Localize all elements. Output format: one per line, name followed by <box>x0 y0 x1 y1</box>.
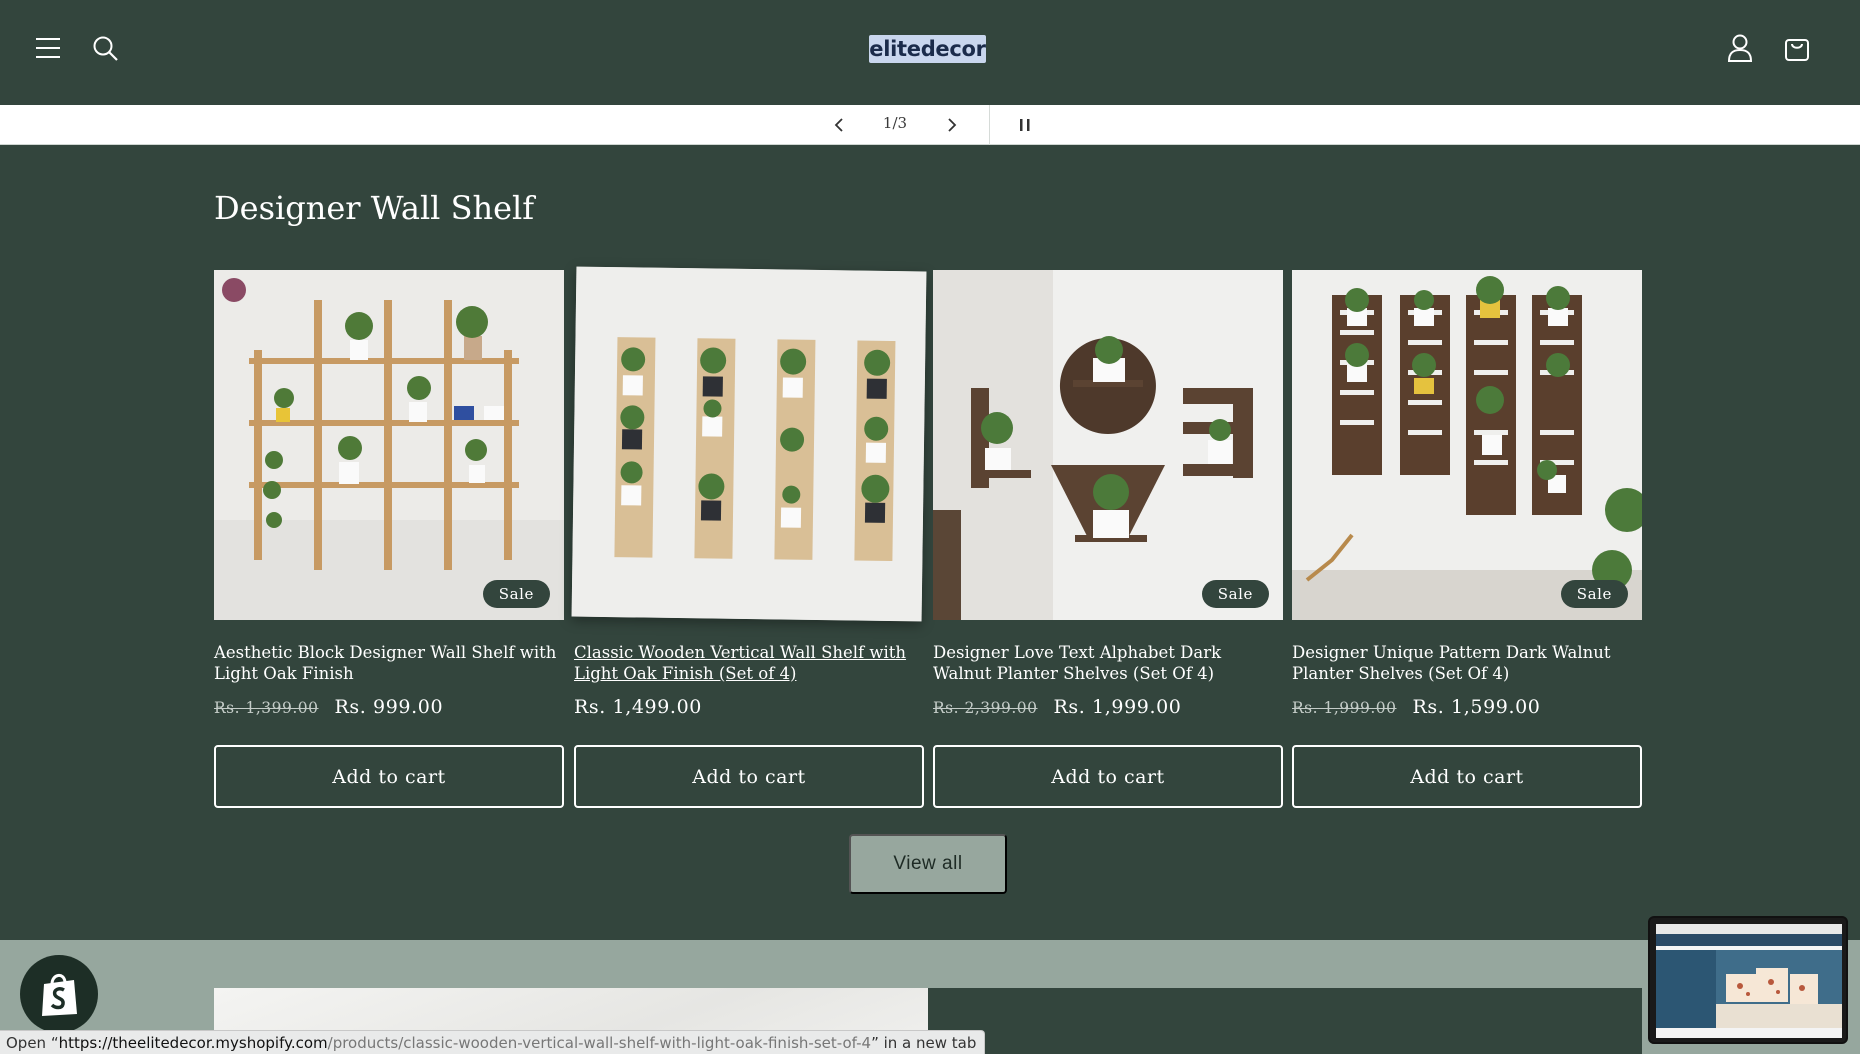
product-image[interactable]: Sale <box>214 270 564 620</box>
cart-icon[interactable] <box>1777 28 1817 68</box>
sale-badge: Sale <box>1201 580 1269 608</box>
chevron-right-icon[interactable] <box>938 111 966 139</box>
account-icon[interactable] <box>1720 28 1760 68</box>
price-row: Rs. 1,399.00 Rs. 999.00 <box>214 696 564 718</box>
add-to-cart-button[interactable]: Add to cart <box>933 745 1283 808</box>
announcement-bar: 1/3 <box>0 105 1860 145</box>
add-to-cart-button[interactable]: Add to cart <box>574 745 924 808</box>
price-row: Rs. 1,999.00 Rs. 1,599.00 <box>1292 696 1642 718</box>
status-url-path: /products/classic-wooden-vertical-wall-s… <box>327 1034 872 1052</box>
regular-price: Rs. 2,399.00 <box>933 699 1038 717</box>
sale-badge: Sale <box>1560 580 1628 608</box>
price-row: Rs. 1,499.00 <box>574 696 924 718</box>
add-to-cart-button[interactable]: Add to cart <box>214 745 564 808</box>
add-to-cart-button[interactable]: Add to cart <box>1292 745 1642 808</box>
pause-icon[interactable] <box>1011 111 1039 139</box>
status-suffix: ” in a new tab <box>871 1034 977 1052</box>
chevron-left-icon[interactable] <box>825 111 853 139</box>
product-image[interactable]: Sale <box>933 270 1283 620</box>
announcement-counter: 1/3 <box>882 114 908 132</box>
view-all-button[interactable]: View all <box>849 834 1007 894</box>
product-title[interactable]: Designer Unique Pattern Dark Walnut Plan… <box>1292 642 1642 684</box>
pip-preview <box>1656 924 1842 1038</box>
status-prefix: Open “ <box>6 1034 59 1052</box>
product-image[interactable]: Sale <box>1292 270 1642 620</box>
sale-price: Rs. 1,599.00 <box>1412 696 1541 718</box>
product-image[interactable] <box>571 266 927 622</box>
price: Rs. 1,499.00 <box>574 696 702 718</box>
product-title[interactable]: Classic Wooden Vertical Wall Shelf with … <box>574 642 924 684</box>
product-title[interactable]: Aesthetic Block Designer Wall Shelf with… <box>214 642 564 684</box>
site-header: elitedecor <box>0 0 1860 105</box>
shopify-bag-icon[interactable] <box>20 955 98 1033</box>
regular-price: Rs. 1,399.00 <box>214 699 319 717</box>
banner-panel <box>928 988 1642 1054</box>
search-icon[interactable] <box>85 28 125 68</box>
hamburger-menu-icon[interactable] <box>28 28 68 68</box>
product-title[interactable]: Designer Love Text Alphabet Dark Walnut … <box>933 642 1283 684</box>
site-logo[interactable]: elitedecor <box>869 35 986 63</box>
price-row: Rs. 2,399.00 Rs. 1,999.00 <box>933 696 1283 718</box>
announcement-divider <box>989 105 990 145</box>
sale-price: Rs. 1,999.00 <box>1053 696 1182 718</box>
regular-price: Rs. 1,999.00 <box>1292 699 1397 717</box>
sale-price: Rs. 999.00 <box>334 696 444 718</box>
browser-status-bar: Open “https://theelitedecor.myshopify.co… <box>0 1030 986 1054</box>
picture-in-picture-thumbnail[interactable] <box>1648 916 1848 1044</box>
collection-title: Designer Wall Shelf <box>214 189 535 227</box>
status-url-host: https://theelitedecor.myshopify.com <box>58 1034 328 1052</box>
sale-badge: Sale <box>482 580 550 608</box>
